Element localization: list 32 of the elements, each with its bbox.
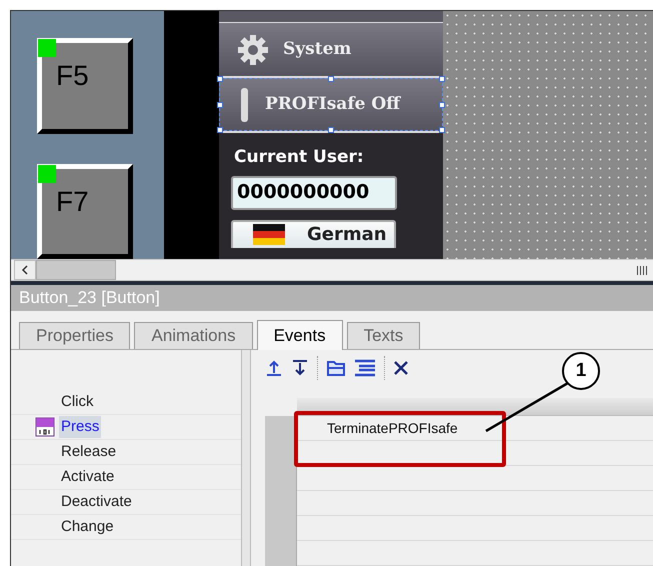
- status-indicator: [38, 164, 56, 182]
- language-button[interactable]: German: [231, 220, 396, 248]
- gear-icon: [237, 34, 269, 66]
- move-up-icon[interactable]: [265, 359, 283, 377]
- function-key[interactable]: F5: [37, 38, 133, 134]
- function-icon: [35, 417, 55, 437]
- scrollbar-thumb[interactable]: [36, 260, 116, 280]
- inspector-title: Button_23 [Button]: [19, 287, 160, 310]
- tab[interactable]: Properties: [19, 322, 130, 349]
- function-key[interactable]: F7: [37, 164, 133, 259]
- delete-icon[interactable]: [393, 360, 409, 376]
- status-indicator: [38, 39, 56, 57]
- function-cell-text: TerminatePROFIsafe: [327, 418, 458, 438]
- user-label: Current User:: [234, 146, 365, 169]
- scroll-left-button[interactable]: [14, 260, 36, 280]
- move-down-icon[interactable]: [291, 359, 309, 377]
- event-item[interactable]: Activate: [59, 466, 116, 488]
- list-icon[interactable]: [354, 359, 376, 377]
- event-item[interactable]: Click: [59, 390, 96, 414]
- user-field[interactable]: 0000000000: [231, 176, 397, 210]
- menu-button[interactable]: System: [219, 23, 443, 78]
- event-item[interactable]: Release: [59, 440, 118, 464]
- tab[interactable]: Events: [256, 320, 343, 350]
- folder-icon[interactable]: [326, 359, 346, 377]
- tab[interactable]: Texts: [346, 322, 420, 349]
- menu-button[interactable]: PROFIsafe Off: [219, 78, 443, 133]
- event-item[interactable]: Deactivate: [59, 490, 134, 514]
- tab[interactable]: Animations: [134, 322, 253, 349]
- event-item[interactable]: Change: [59, 516, 116, 538]
- event-item[interactable]: Press: [59, 416, 102, 438]
- chevron-left-icon: [21, 265, 29, 275]
- flag-icon: [253, 224, 285, 245]
